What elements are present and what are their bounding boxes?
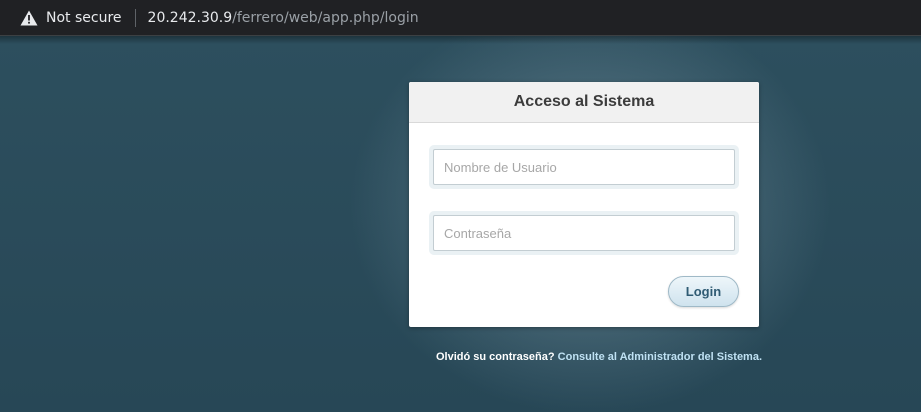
url-host[interactable]: 20.242.30.9	[148, 10, 233, 26]
address-divider	[134, 8, 136, 27]
login-panel-title: Acceso al Sistema	[409, 82, 759, 123]
login-panel: Acceso al Sistema Login	[409, 82, 759, 327]
password-field-wrapper	[429, 211, 739, 255]
login-button[interactable]: Login	[668, 276, 739, 307]
security-status-label[interactable]: Not secure	[46, 10, 122, 26]
username-field-wrapper	[429, 145, 739, 189]
forgot-password-note: Olvidó su contraseña? Consulte al Admini…	[436, 351, 762, 363]
password-input[interactable]	[433, 215, 735, 251]
warning-icon[interactable]	[20, 10, 38, 26]
browser-address-bar[interactable]: Not secure 20.242.30.9/ferrero/web/app.p…	[0, 0, 921, 36]
forgot-password-text: Olvidó su contraseña?	[436, 351, 555, 363]
url-path[interactable]: /ferrero/web/app.php/login	[232, 10, 419, 26]
username-input[interactable]	[433, 149, 735, 185]
contact-admin-link[interactable]: Consulte al Administrador del Sistema.	[558, 351, 762, 363]
